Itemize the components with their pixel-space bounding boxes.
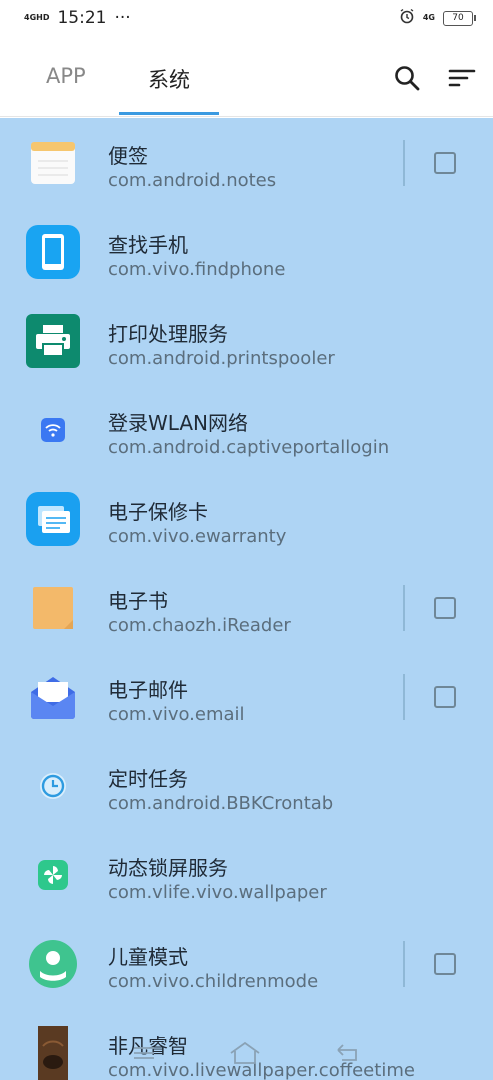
app-list-item[interactable]: 查找手机 com.vivo.findphone [0, 207, 493, 296]
app-checkbox[interactable] [434, 597, 456, 619]
sort-filter-icon[interactable] [448, 64, 478, 94]
app-checkbox[interactable] [434, 152, 456, 174]
network-4g-label: 4G [422, 13, 435, 22]
app-list[interactable]: 便签 com.android.notes 查找手机 com.vivo.findphon… [0, 118, 493, 1080]
app-name: 电子书 [108, 589, 168, 613]
app-package-name: com.vivo.email [108, 704, 245, 725]
back-nav-icon[interactable] [334, 1042, 362, 1068]
row-divider [403, 585, 405, 631]
row-divider [403, 140, 405, 186]
ebook-icon [26, 581, 80, 635]
app-list-item[interactable]: 儿童模式 com.vivo.childrenmode [0, 919, 493, 1008]
header: APP 系统 [0, 36, 493, 117]
home-nav-icon[interactable] [228, 1040, 262, 1070]
app-name: 电子保修卡 [108, 500, 208, 524]
app-list-item[interactable]: 便签 com.android.notes [0, 118, 493, 207]
app-package-name: com.chaozh.iReader [108, 615, 291, 636]
app-list-item[interactable]: 打印处理服务 com.android.printspooler [0, 296, 493, 385]
status-bar: 4GHD 15:21 ··· 4G 70 [0, 0, 493, 36]
alarm-icon [399, 8, 415, 29]
network-type: 4GHD [24, 13, 50, 22]
app-list-item[interactable]: 电子保修卡 com.vivo.ewarranty [0, 474, 493, 563]
app-name: 儿童模式 [108, 945, 188, 969]
app-package-name: com.vlife.vivo.wallpaper [108, 882, 327, 903]
app-name: 动态锁屏服务 [108, 856, 228, 880]
child-icon [26, 937, 80, 991]
wifi-icon [26, 403, 80, 457]
menu-nav-icon[interactable] [131, 1043, 157, 1067]
app-list-item[interactable]: 登录WLAN网络 com.android.captiveportallogin [0, 385, 493, 474]
app-package-name: com.vivo.ewarranty [108, 526, 287, 547]
notes-icon [26, 136, 80, 190]
pinwheel-icon [26, 848, 80, 902]
app-name: 电子邮件 [108, 678, 188, 702]
app-name: 定时任务 [108, 767, 188, 791]
app-package-name: com.android.notes [108, 170, 277, 191]
status-left: 4GHD 15:21 ··· [24, 8, 131, 28]
search-icon[interactable] [393, 64, 423, 94]
status-time: 15:21 [57, 8, 107, 28]
app-checkbox[interactable] [434, 953, 456, 975]
clock-icon [26, 759, 80, 813]
app-list-item[interactable]: 动态锁屏服务 com.vlife.vivo.wallpaper [0, 830, 493, 919]
app-package-name: com.android.captiveportallogin [108, 437, 390, 458]
status-more: ··· [114, 8, 131, 28]
email-icon [26, 670, 80, 724]
active-tab-indicator [119, 112, 219, 115]
app-package-name: com.android.printspooler [108, 348, 335, 369]
row-divider [403, 674, 405, 720]
app-name: 登录WLAN网络 [108, 411, 249, 435]
tab-app[interactable]: APP [46, 64, 86, 88]
navigation-bar [0, 1030, 493, 1080]
app-list-item[interactable]: 电子书 com.chaozh.iReader [0, 563, 493, 652]
app-list-item[interactable]: 定时任务 com.android.BBKCrontab [0, 741, 493, 830]
app-list-item[interactable]: 电子邮件 com.vivo.email [0, 652, 493, 741]
row-divider [403, 941, 405, 987]
status-right: 4G 70 [399, 8, 476, 29]
app-package-name: com.vivo.childrenmode [108, 971, 319, 992]
printer-icon [26, 314, 80, 368]
app-package-name: com.vivo.findphone [108, 259, 286, 280]
app-checkbox[interactable] [434, 686, 456, 708]
tab-system[interactable]: 系统 [148, 64, 190, 94]
warranty-card-icon [26, 492, 80, 546]
findphone-icon [26, 225, 80, 279]
app-name: 便签 [108, 144, 148, 168]
app-package-name: com.android.BBKCrontab [108, 793, 334, 814]
app-name: 查找手机 [108, 233, 188, 257]
battery-icon: 70 [443, 10, 476, 26]
app-name: 打印处理服务 [108, 322, 228, 346]
